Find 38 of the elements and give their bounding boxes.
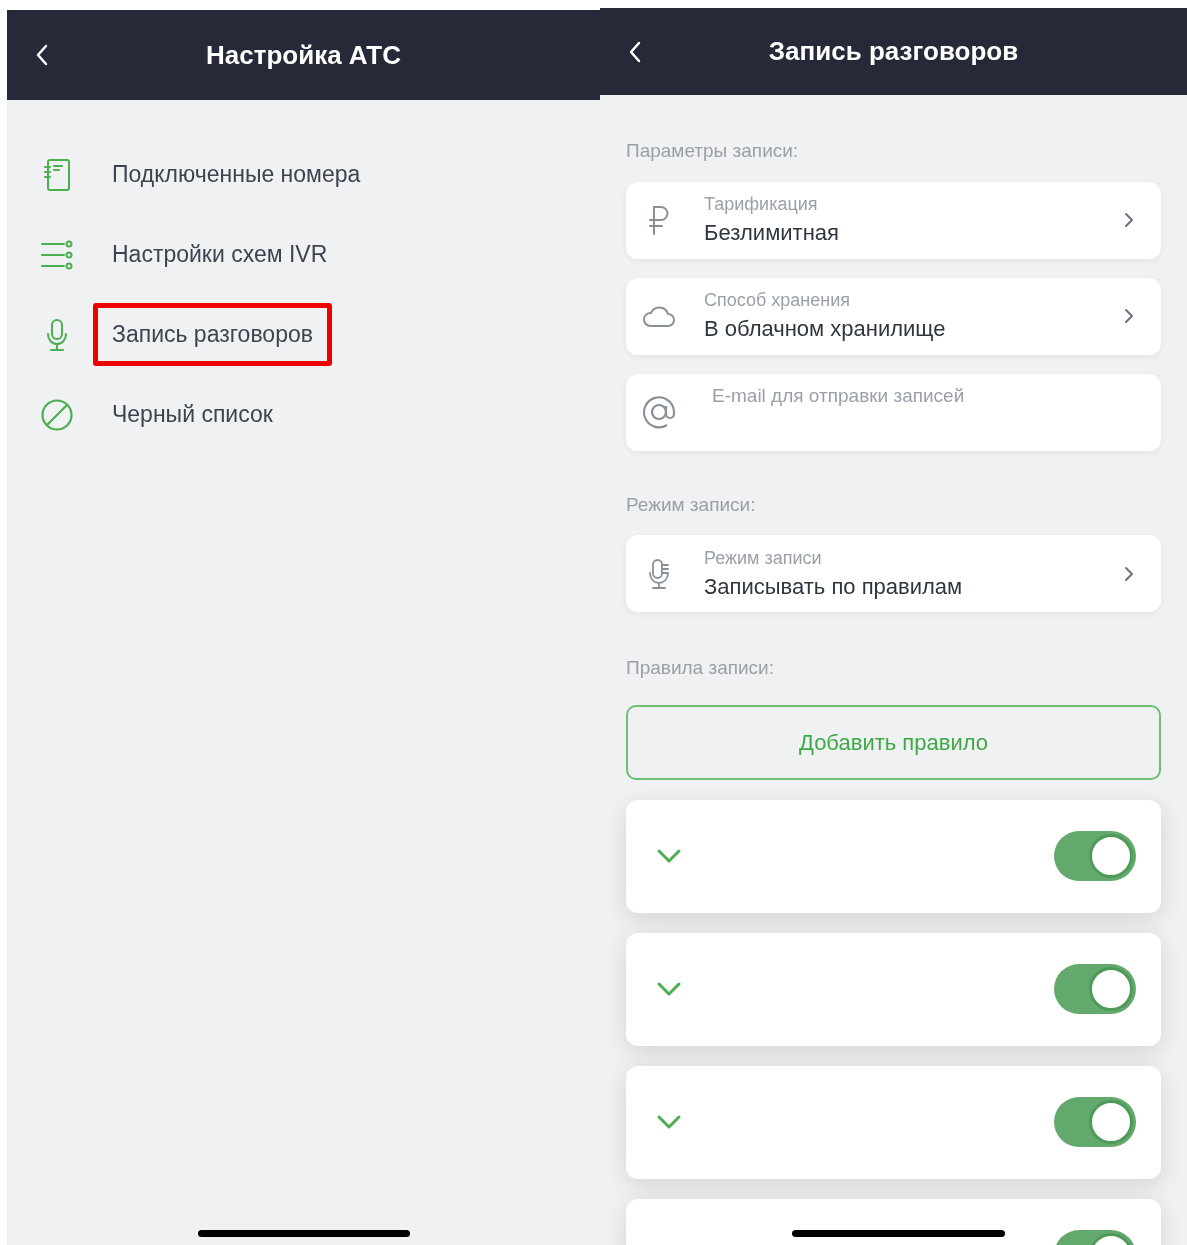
select-row[interactable]: Способ хранения В облачном хранилище — [626, 277, 1161, 355]
chevron-down-icon[interactable] — [656, 1114, 682, 1130]
menu-item[interactable]: Настройки схем IVR — [93, 223, 347, 286]
microphone-icon — [45, 317, 69, 352]
section-heading: Параметры записи: — [626, 139, 799, 163]
menu-item[interactable]: Подключенные номера — [93, 143, 380, 206]
chevron-right-icon — [1123, 210, 1135, 230]
field-value: Записывать по правилам — [704, 572, 964, 601]
field-value: В облачном хранилище — [704, 315, 947, 343]
prohibited-icon — [40, 397, 74, 432]
screen-title: Настройка АТС — [206, 38, 401, 72]
at-sign-icon — [641, 394, 677, 430]
section-heading: Правила записи: — [626, 656, 774, 680]
list-icon — [40, 238, 74, 271]
back-icon[interactable] — [35, 43, 49, 67]
field-caption: Способ хранения — [704, 289, 851, 312]
ruble-icon — [647, 204, 671, 236]
screen-title: Запись разговоров — [768, 35, 1019, 68]
email-field[interactable]: E-mail для отправки записей — [626, 373, 1161, 451]
field-value: Безлимитная — [704, 219, 840, 247]
field-caption: Режим записи — [704, 546, 823, 570]
menu-item[interactable]: Запись разговоров — [93, 303, 332, 366]
chevron-down-icon[interactable] — [656, 848, 682, 864]
select-row[interactable]: Тарификация Безлимитная — [626, 181, 1161, 259]
section-heading: Режим записи: — [626, 492, 756, 517]
notebook-icon — [42, 157, 72, 192]
microphone-icon — [647, 556, 671, 591]
back-icon[interactable] — [628, 39, 642, 64]
select-row[interactable]: Режим записи Записывать по правилам — [626, 535, 1161, 612]
toggle-switch[interactable] — [1054, 831, 1136, 881]
cloud-icon — [642, 304, 676, 328]
toggle-switch[interactable] — [1054, 964, 1136, 1014]
chevron-right-icon — [1123, 306, 1135, 326]
field-caption: Тарификация — [704, 193, 819, 216]
menu-item[interactable]: Черный список — [93, 383, 292, 446]
toggle-switch[interactable] — [1054, 1097, 1136, 1147]
chevron-down-icon[interactable] — [656, 981, 682, 997]
email-input[interactable]: E-mail для отправки записей — [712, 381, 1132, 410]
